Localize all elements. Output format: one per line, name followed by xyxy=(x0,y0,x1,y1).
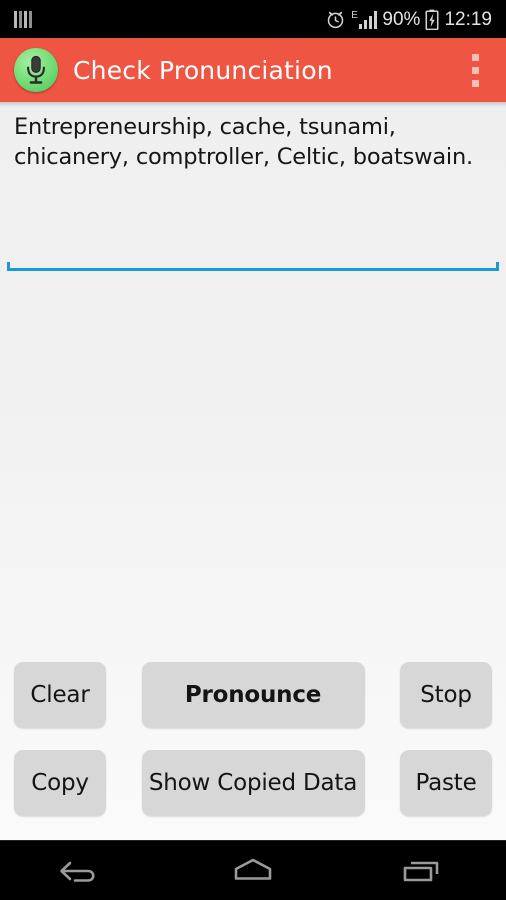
microphone-app-icon[interactable] xyxy=(14,48,58,92)
signal-bars-icon: E xyxy=(351,9,378,29)
network-type-label: E xyxy=(351,10,358,21)
text-input-container[interactable]: Entrepreneurship, cache, tsunami, chican… xyxy=(7,106,499,271)
overflow-menu-icon[interactable] xyxy=(460,45,490,95)
battery-charging-icon xyxy=(425,9,439,30)
battery-percent-label: 90% xyxy=(382,8,421,30)
status-bar: E 90% 12:19 xyxy=(0,0,506,38)
equalizer-bars-icon xyxy=(14,10,32,28)
status-bar-system-icons: E 90% 12:19 xyxy=(325,9,492,30)
stop-button[interactable]: Stop xyxy=(400,662,492,728)
button-row-primary: Clear Pronounce Stop xyxy=(0,662,506,728)
android-navigation-bar xyxy=(0,840,506,900)
paste-button[interactable]: Paste xyxy=(400,750,492,816)
clear-button[interactable]: Clear xyxy=(14,662,106,728)
back-arrow-icon[interactable] xyxy=(42,841,126,900)
status-bar-notifications xyxy=(8,10,325,28)
content-area: Entrepreneurship, cache, tsunami, chican… xyxy=(0,102,506,840)
button-row-secondary: Copy Show Copied Data Paste xyxy=(0,750,506,816)
alarm-clock-icon xyxy=(325,9,346,30)
pronounce-button[interactable]: Pronounce xyxy=(141,662,365,728)
page-title: Check Pronunciation xyxy=(73,55,333,85)
recents-icon[interactable] xyxy=(380,841,464,900)
copy-button[interactable]: Copy xyxy=(14,750,106,816)
show-copied-data-button[interactable]: Show Copied Data xyxy=(141,750,365,816)
home-icon[interactable] xyxy=(211,841,295,900)
pronunciation-text-input[interactable]: Entrepreneurship, cache, tsunami, chican… xyxy=(14,112,494,172)
phone-screen: E 90% 12:19 Check Pronunciation Entrepre… xyxy=(0,0,506,900)
input-underline xyxy=(7,262,499,271)
app-bar: Check Pronunciation xyxy=(0,38,506,102)
clock-label: 12:19 xyxy=(444,8,492,30)
